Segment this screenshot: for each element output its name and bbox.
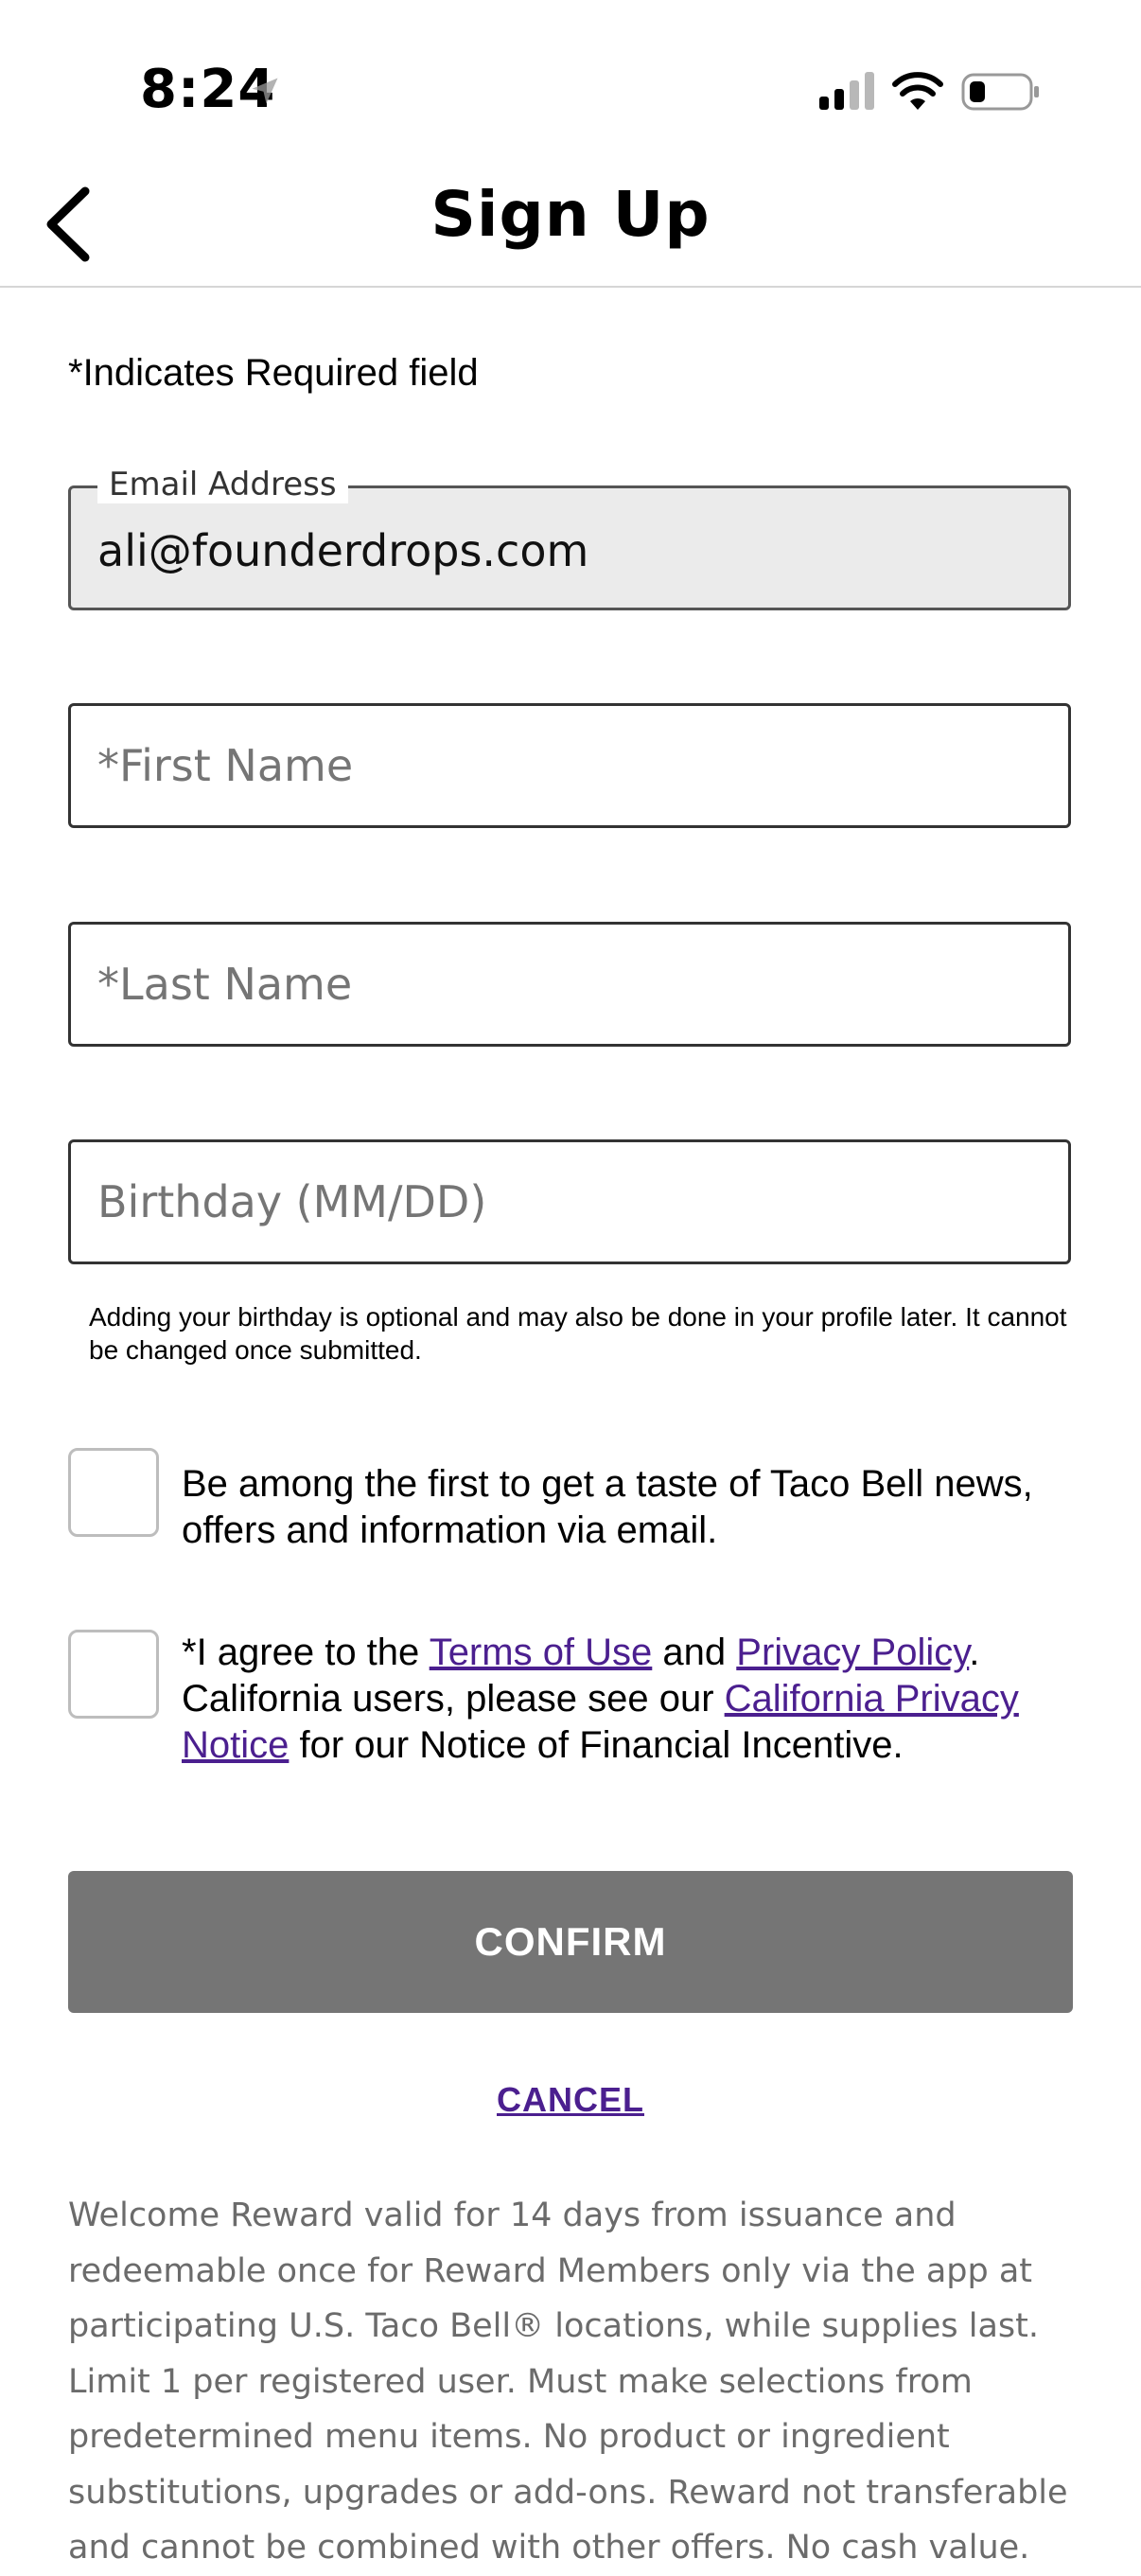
page-title: Sign Up bbox=[430, 178, 711, 251]
birthday-helper-text: Adding your birthday is optional and may… bbox=[89, 1302, 1067, 1365]
battery-icon bbox=[961, 73, 1039, 111]
birthday-input[interactable] bbox=[71, 1142, 1068, 1262]
terms-of-use-link[interactable]: Terms of Use bbox=[430, 1632, 653, 1673]
first-name-field bbox=[68, 703, 1071, 828]
email-field: Email Address bbox=[68, 466, 1071, 610]
first-name-input[interactable] bbox=[71, 706, 1068, 825]
terms-agreement-checkbox[interactable] bbox=[68, 1630, 159, 1719]
terms-agreement-label: *I agree to the Terms of Use and Privacy… bbox=[182, 1630, 1062, 1769]
email-field-label: Email Address bbox=[97, 466, 348, 503]
confirm-button[interactable]: CONFIRM bbox=[68, 1871, 1073, 2013]
birthday-field bbox=[68, 1139, 1071, 1264]
wifi-icon bbox=[892, 72, 943, 110]
header-bar: Sign Up bbox=[0, 161, 1141, 288]
cancel-link[interactable]: CANCEL bbox=[0, 2080, 1141, 2120]
welcome-reward-legal-text: Welcome Reward valid for 14 days from is… bbox=[68, 2197, 1068, 2567]
location-arrow-icon bbox=[252, 78, 278, 104]
email-input[interactable] bbox=[71, 488, 1068, 608]
required-field-note: *Indicates Required field bbox=[68, 352, 479, 394]
cellular-signal-icon bbox=[819, 72, 874, 110]
last-name-input[interactable] bbox=[71, 925, 1068, 1044]
terms-text-part: for our Notice of Financial Incentive. bbox=[289, 1724, 904, 1766]
privacy-policy-link[interactable]: Privacy Policy bbox=[736, 1632, 969, 1673]
marketing-opt-in-label: Be among the first to get a taste of Tac… bbox=[182, 1463, 1033, 1551]
terms-text-part: *I agree to the bbox=[182, 1632, 430, 1673]
last-name-field bbox=[68, 922, 1071, 1047]
status-bar: 8:24 bbox=[0, 0, 1141, 161]
terms-text-part: and bbox=[652, 1632, 737, 1673]
marketing-opt-in-checkbox[interactable] bbox=[68, 1448, 159, 1537]
